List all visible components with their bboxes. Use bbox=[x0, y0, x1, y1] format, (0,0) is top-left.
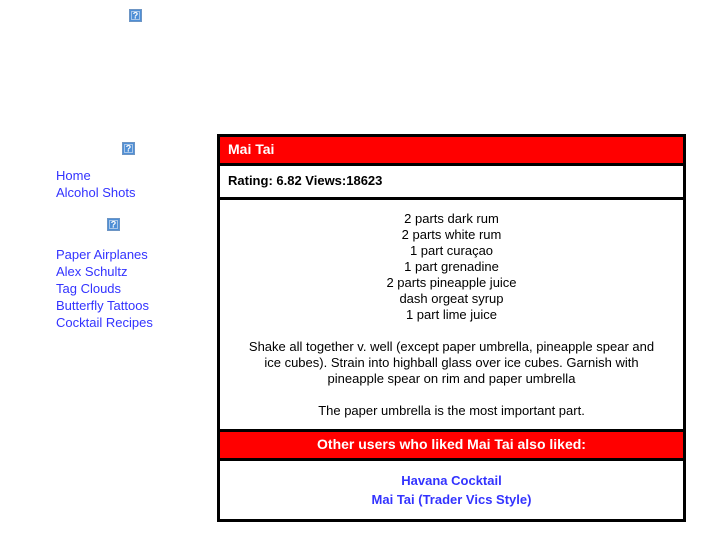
list-item: dash orgeat syrup bbox=[399, 291, 504, 306]
broken-image-icon[interactable] bbox=[107, 218, 120, 231]
related-link-havana-cocktail[interactable]: Havana Cocktail bbox=[228, 471, 675, 490]
top-banner bbox=[0, 0, 727, 128]
recipe-stats: Rating: 6.82 Views:18623 bbox=[220, 163, 683, 197]
recipe-title: Mai Tai bbox=[220, 137, 683, 163]
recipe-note: The paper umbrella is the most important… bbox=[318, 403, 585, 418]
recipe-panel: Mai Tai Rating: 6.82 Views:18623 2 parts… bbox=[217, 134, 686, 522]
sidebar-nav-secondary: Paper Airplanes Alex Schultz Tag Clouds … bbox=[56, 246, 153, 331]
sidebar-item-alex-schultz[interactable]: Alex Schultz bbox=[56, 263, 153, 280]
broken-image-icon[interactable] bbox=[122, 142, 135, 155]
sidebar-item-alcohol-shots[interactable]: Alcohol Shots bbox=[56, 184, 136, 201]
list-item: 2 parts pineapple juice bbox=[386, 275, 517, 290]
list-item: 1 part lime juice bbox=[405, 307, 498, 322]
sidebar-item-butterfly-tattoos[interactable]: Butterfly Tattoos bbox=[56, 297, 153, 314]
sidebar-item-tag-clouds[interactable]: Tag Clouds bbox=[56, 280, 153, 297]
related-link-mai-tai-trader-vics-style[interactable]: Mai Tai (Trader Vics Style) bbox=[228, 490, 675, 509]
recipe-instructions: Shake all together v. well (except paper… bbox=[248, 339, 655, 386]
list-item: 2 parts white rum bbox=[401, 227, 502, 242]
broken-image-icon[interactable] bbox=[129, 9, 142, 22]
sidebar-item-cocktail-recipes[interactable]: Cocktail Recipes bbox=[56, 314, 153, 331]
list-item: 2 parts dark rum bbox=[404, 211, 499, 226]
sidebar-item-home[interactable]: Home bbox=[56, 167, 136, 184]
sidebar-nav-primary: Home Alcohol Shots bbox=[56, 167, 136, 201]
related-links: Havana Cocktail Mai Tai (Trader Vics Sty… bbox=[220, 458, 683, 519]
list-item: 1 part grenadine bbox=[404, 259, 499, 274]
ingredient-list: 2 parts dark rum 2 parts white rum 1 par… bbox=[230, 211, 673, 323]
related-heading: Other users who liked Mai Tai also liked… bbox=[220, 429, 683, 458]
recipe-body: 2 parts dark rum 2 parts white rum 1 par… bbox=[220, 197, 683, 429]
sidebar-item-paper-airplanes[interactable]: Paper Airplanes bbox=[56, 246, 153, 263]
list-item: 1 part curaçao bbox=[409, 243, 494, 258]
